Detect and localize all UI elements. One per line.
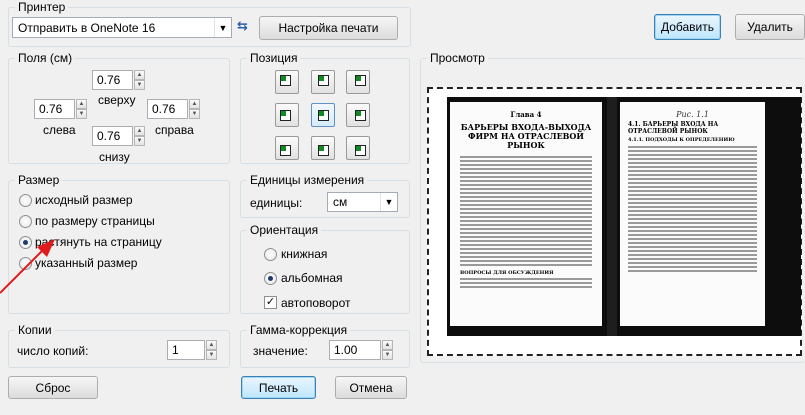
spin-up-icon[interactable]: ▲: [189, 99, 200, 109]
gamma-label: значение:: [253, 344, 308, 358]
units-select-value: см: [333, 195, 348, 209]
size-fit-page-label[interactable]: по размеру страницы: [35, 214, 155, 228]
preview-page-gutter: [607, 97, 617, 336]
margin-bottom-value: 0.76: [97, 129, 121, 143]
margin-right-spinner[interactable]: ▲ ▼: [189, 99, 200, 119]
spin-down-icon[interactable]: ▼: [134, 80, 145, 90]
spin-up-icon[interactable]: ▲: [76, 99, 87, 109]
left-page-title: БАРЬЕРЫ ВХОДА-ВЫХОДА ФИРМ НА ОТРАСЛЕВОЙ …: [460, 122, 592, 150]
margin-right-input[interactable]: 0.76: [147, 99, 188, 119]
orientation-landscape-radio[interactable]: [264, 272, 277, 285]
margin-bottom-spinner[interactable]: ▲ ▼: [134, 126, 145, 146]
gamma-value: 1.00: [334, 343, 358, 357]
spin-down-icon[interactable]: ▼: [189, 109, 200, 119]
autorotate-checkbox[interactable]: ✓: [264, 296, 277, 309]
size-fit-page-radio[interactable]: [19, 215, 32, 228]
size-original-radio[interactable]: [19, 194, 32, 207]
units-group-title: Единицы измерения: [247, 173, 368, 187]
size-group-title: Размер: [15, 173, 63, 187]
add-button[interactable]: Добавить: [654, 14, 721, 40]
margin-left-input[interactable]: 0.76: [34, 99, 75, 119]
position-group-title: Позиция: [247, 51, 301, 65]
preview-image: Глава 4 БАРЬЕРЫ ВХОДА-ВЫХОДА ФИРМ НА ОТР…: [447, 97, 801, 336]
copies-spinner[interactable]: ▲ ▼: [206, 340, 217, 360]
position-top-right-button[interactable]: [346, 70, 370, 94]
chevron-down-icon: ▼: [380, 193, 397, 211]
spin-down-icon[interactable]: ▼: [206, 350, 217, 360]
right-page-title: 4.1. БАРЬЕРЫ ВХОДА НА ОТРАСЛЕВОЙ РЫНОК: [628, 121, 719, 135]
left-page-chapter: Глава 4: [510, 110, 542, 119]
remove-button[interactable]: Удалить: [735, 14, 805, 40]
print-button[interactable]: Печать: [241, 376, 316, 399]
margin-right-value: 0.76: [152, 102, 176, 116]
spin-down-icon[interactable]: ▼: [76, 109, 87, 119]
spin-down-icon[interactable]: ▼: [382, 350, 393, 360]
cancel-button[interactable]: Отмена: [335, 376, 407, 399]
margin-top-spinner[interactable]: ▲ ▼: [134, 70, 145, 90]
print-settings-button[interactable]: Настройка печати: [259, 16, 398, 40]
margin-left-spinner[interactable]: ▲ ▼: [76, 99, 87, 119]
reset-button[interactable]: Сброс: [8, 376, 98, 399]
spin-up-icon[interactable]: ▲: [134, 126, 145, 136]
preview-right-page: Рис. 1.1 4.1. БАРЬЕРЫ ВХОДА НА ОТРАСЛЕВО…: [620, 102, 765, 326]
margin-top-label: сверху: [98, 93, 136, 107]
annotation-arrow-icon: [0, 239, 55, 294]
position-middle-left-button[interactable]: [275, 103, 299, 127]
right-page-subtitle: 4.1.1. ПОДХОДЫ К ОПРЕДЕЛЕНИЮ: [628, 137, 735, 143]
margin-right-label: справа: [155, 123, 194, 137]
refresh-printers-icon[interactable]: ⇆: [237, 18, 255, 36]
autorotate-label[interactable]: автоповорот: [281, 296, 351, 310]
printer-select-value: Отправить в OneNote 16: [18, 20, 156, 35]
copies-value: 1: [172, 343, 179, 357]
margin-top-input[interactable]: 0.76: [92, 70, 133, 90]
spin-down-icon[interactable]: ▼: [134, 136, 145, 146]
margin-bottom-label: снизу: [99, 150, 130, 164]
position-top-left-button[interactable]: [275, 70, 299, 94]
gamma-spinner[interactable]: ▲ ▼: [382, 340, 393, 360]
position-bottom-right-button[interactable]: [346, 136, 370, 160]
right-page-handwriting: Рис. 1.1: [676, 110, 709, 119]
copies-group-title: Копии: [15, 323, 55, 337]
margin-left-label: слева: [43, 123, 76, 137]
position-bottom-center-button[interactable]: [311, 136, 335, 160]
units-label: единицы:: [250, 196, 303, 210]
preview-group-title: Просмотр: [427, 51, 488, 65]
left-page-section: ВОПРОСЫ ДЛЯ ОБСУЖДЕНИЯ: [460, 270, 554, 276]
spin-up-icon[interactable]: ▲: [382, 340, 393, 350]
margin-left-value: 0.76: [39, 102, 63, 116]
printer-select[interactable]: Отправить в OneNote 16 ▼: [12, 17, 232, 38]
size-original-label[interactable]: исходный размер: [35, 193, 133, 207]
margin-top-value: 0.76: [97, 73, 121, 87]
position-bottom-left-button[interactable]: [275, 136, 299, 160]
position-top-center-button[interactable]: [311, 70, 335, 94]
margin-bottom-input[interactable]: 0.76: [92, 126, 133, 146]
orientation-group-title: Ориентация: [247, 223, 322, 237]
orientation-portrait-radio[interactable]: [264, 248, 277, 261]
copies-input[interactable]: 1: [167, 340, 205, 360]
copies-label: число копий:: [17, 344, 89, 358]
chevron-down-icon: ▼: [214, 18, 231, 37]
orientation-portrait-label[interactable]: книжная: [281, 247, 327, 261]
gamma-group-title: Гамма-коррекция: [247, 323, 351, 337]
spin-up-icon[interactable]: ▲: [134, 70, 145, 80]
spin-up-icon[interactable]: ▲: [206, 340, 217, 350]
margins-group-title: Поля (см): [15, 51, 76, 65]
position-center-button[interactable]: [311, 103, 335, 127]
units-select[interactable]: см ▼: [327, 192, 398, 212]
position-middle-right-button[interactable]: [346, 103, 370, 127]
printer-group-title: Принтер: [15, 0, 69, 14]
gamma-input[interactable]: 1.00: [329, 340, 381, 360]
preview-left-page: Глава 4 БАРЬЕРЫ ВХОДА-ВЫХОДА ФИРМ НА ОТР…: [450, 102, 602, 326]
orientation-landscape-label[interactable]: альбомная: [281, 271, 343, 285]
